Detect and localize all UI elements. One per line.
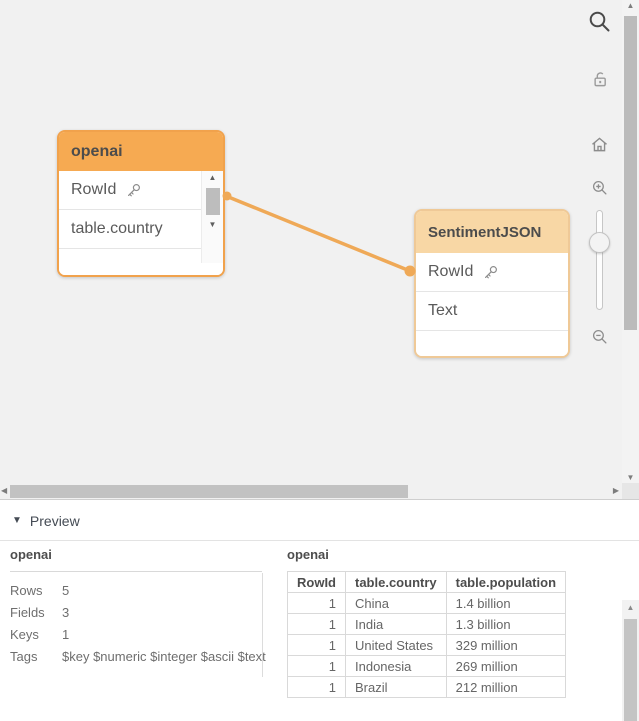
stats-value: 5 xyxy=(62,580,69,602)
key-icon xyxy=(482,264,499,281)
cell-country: Indonesia xyxy=(346,656,447,677)
scroll-up-icon[interactable]: ▲ xyxy=(209,171,217,185)
node-openai-scrollbar[interactable]: ▲ ▼ xyxy=(201,171,223,263)
table-row: 1 United States 329 million xyxy=(288,635,566,656)
field-label: RowId xyxy=(71,181,116,199)
column-header-table-country[interactable]: table.country xyxy=(346,572,447,593)
stats-label: Fields xyxy=(10,602,62,624)
zoom-slider-thumb[interactable] xyxy=(589,232,610,253)
cell-country: India xyxy=(346,614,447,635)
table-node-sentimentjson-body: RowId Text xyxy=(416,253,568,358)
table-row: 1 India 1.3 billion xyxy=(288,614,566,635)
data-model-canvas[interactable]: openai RowId table.country xyxy=(0,0,622,483)
table-node-sentimentjson[interactable]: SentimentJSON RowId Text xyxy=(414,209,570,358)
zoom-slider[interactable] xyxy=(596,210,603,310)
table-node-openai[interactable]: openai RowId table.country xyxy=(57,130,225,277)
scrollbar-thumb[interactable] xyxy=(206,188,220,215)
table-node-sentimentjson-header[interactable]: SentimentJSON xyxy=(416,211,568,253)
scroll-down-icon[interactable]: ▼ xyxy=(209,218,217,232)
stats-row-tags: Tags $key $numeric $integer $ascii $text xyxy=(10,646,262,668)
cell-rowid: 1 xyxy=(288,635,346,656)
table-header-row: RowId table.country table.population xyxy=(288,572,566,593)
table-stats-panel: openai Rows 5 Fields 3 Keys 1 Tags $key … xyxy=(10,547,262,668)
panel-divider xyxy=(262,573,263,677)
scroll-up-icon[interactable]: ▲ xyxy=(622,603,639,612)
stats-row-rows: Rows 5 xyxy=(10,580,262,602)
cell-population: 329 million xyxy=(446,635,565,656)
cell-population: 1.3 billion xyxy=(446,614,565,635)
field-openai-rowid[interactable]: RowId xyxy=(59,171,201,210)
scrollbar-thumb[interactable] xyxy=(624,619,637,721)
home-icon[interactable] xyxy=(588,133,610,155)
cell-rowid: 1 xyxy=(288,593,346,614)
table-node-openai-header[interactable]: openai xyxy=(59,132,223,171)
cell-population: 1.4 billion xyxy=(446,593,565,614)
key-icon xyxy=(125,182,142,199)
preview-table-section: openai RowId table.country table.populat… xyxy=(287,547,566,698)
cell-population: 212 million xyxy=(446,677,565,698)
stats-value: 1 xyxy=(62,624,69,646)
stats-rows: Rows 5 Fields 3 Keys 1 Tags $key $numeri… xyxy=(10,580,262,668)
table-row: 1 China 1.4 billion xyxy=(288,593,566,614)
column-header-table-population[interactable]: table.population xyxy=(446,572,565,593)
scroll-up-icon[interactable]: ▲ xyxy=(622,1,639,10)
field-label: RowId xyxy=(428,263,473,281)
scrollbar-thumb[interactable] xyxy=(10,485,408,498)
scroll-left-icon[interactable]: ◀ xyxy=(1,483,7,499)
cell-country: Brazil xyxy=(346,677,447,698)
data-model-viewer: openai RowId table.country xyxy=(0,0,639,721)
scroll-down-icon[interactable]: ▼ xyxy=(622,473,639,482)
scrollbar-corner xyxy=(622,483,639,500)
table-row: 1 Brazil 212 million xyxy=(288,677,566,698)
cell-population: 269 million xyxy=(446,656,565,677)
field-label: Text xyxy=(428,302,457,320)
stats-row-keys: Keys 1 xyxy=(10,624,262,646)
stats-row-fields: Fields 3 xyxy=(10,602,262,624)
table-row: 1 Indonesia 269 million xyxy=(288,656,566,677)
field-openai-table-country[interactable]: table.country xyxy=(59,210,201,249)
table-node-openai-body: RowId table.country ▲ xyxy=(59,171,223,275)
zoom-out-icon[interactable] xyxy=(590,327,608,345)
field-sentimentjson-text[interactable]: Text xyxy=(416,292,568,331)
stats-label: Tags xyxy=(10,646,62,668)
table-node-openai-title: openai xyxy=(71,143,123,161)
preview-vertical-scrollbar[interactable]: ▲ xyxy=(622,600,639,721)
preview-panel-title: Preview xyxy=(30,513,80,529)
cell-country: United States xyxy=(346,635,447,656)
field-label: table.country xyxy=(71,220,163,238)
collapse-caret-icon: ▼ xyxy=(12,515,22,526)
zoom-in-icon[interactable] xyxy=(590,178,608,196)
stats-label: Keys xyxy=(10,624,62,646)
canvas-horizontal-scrollbar[interactable]: ◀ ▶ xyxy=(0,483,622,500)
cell-rowid: 1 xyxy=(288,614,346,635)
field-sentimentjson-rowid[interactable]: RowId xyxy=(416,253,568,292)
canvas-vertical-scrollbar[interactable]: ▲ ▼ xyxy=(622,0,639,483)
search-icon[interactable] xyxy=(586,8,612,34)
preview-panel-toggle[interactable]: ▼ Preview xyxy=(0,501,639,541)
stats-table-title: openai xyxy=(10,547,262,572)
column-header-rowid[interactable]: RowId xyxy=(288,572,346,593)
stats-label: Rows xyxy=(10,580,62,602)
scroll-right-icon[interactable]: ▶ xyxy=(613,483,619,499)
table-node-sentimentjson-title: SentimentJSON xyxy=(428,224,541,241)
preview-table-title: openai xyxy=(287,547,566,562)
preview-panel: ▼ Preview openai Rows 5 Fields 3 Keys 1 xyxy=(0,501,639,721)
cell-country: China xyxy=(346,593,447,614)
stats-value: 3 xyxy=(62,602,69,624)
stats-value: $key $numeric $integer $ascii $text xyxy=(62,646,266,668)
unlock-icon[interactable] xyxy=(588,68,610,90)
cell-rowid: 1 xyxy=(288,677,346,698)
cell-rowid: 1 xyxy=(288,656,346,677)
scrollbar-thumb[interactable] xyxy=(624,16,637,330)
preview-data-table: RowId table.country table.population 1 C… xyxy=(287,571,566,698)
